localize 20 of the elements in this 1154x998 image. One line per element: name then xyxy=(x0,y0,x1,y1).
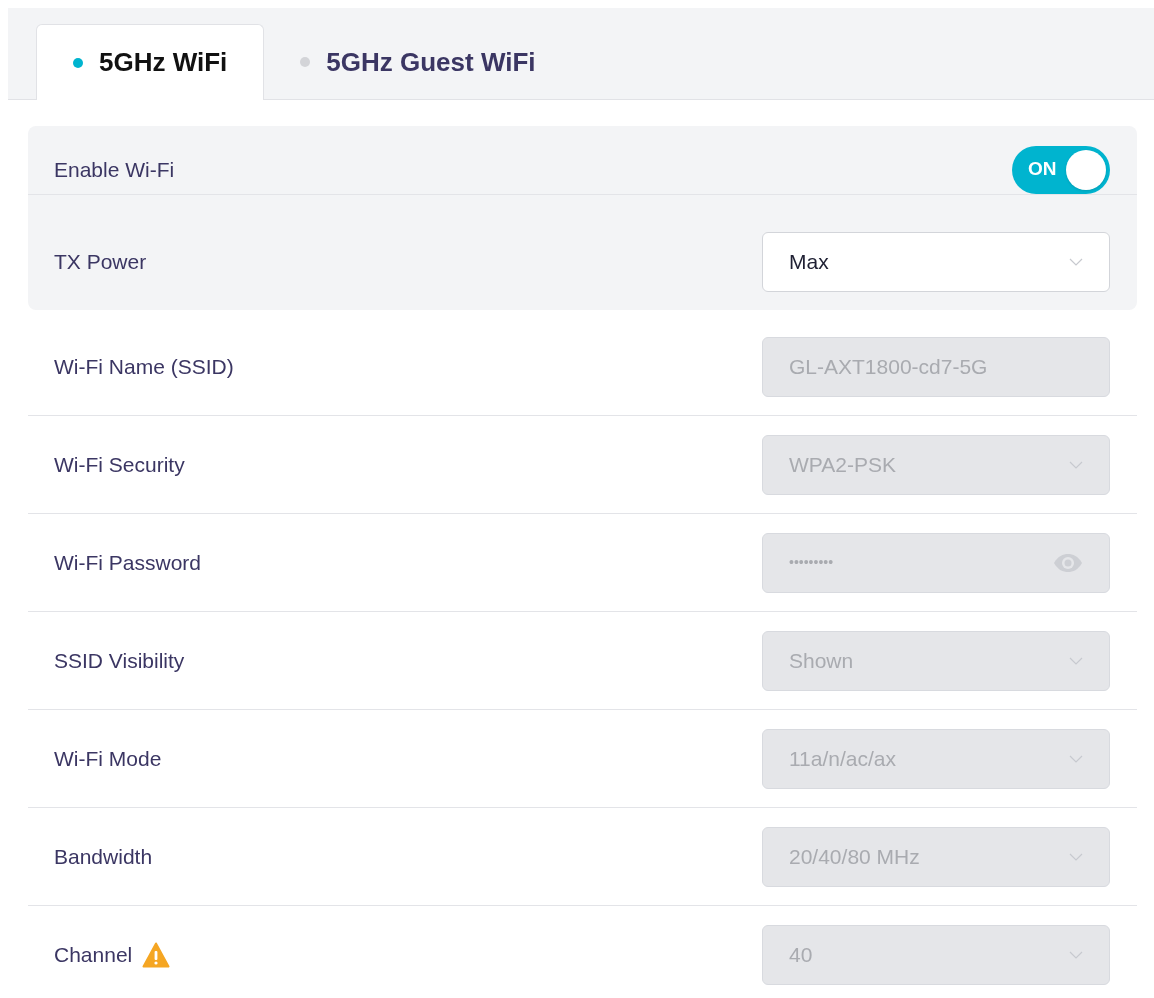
setting-label: SSID Visibility xyxy=(54,647,185,674)
toggle-knob xyxy=(1066,149,1106,190)
setting-label: Wi-Fi Security xyxy=(54,451,185,478)
setting-label: Enable Wi-Fi xyxy=(54,156,175,183)
chevron-down-icon xyxy=(1069,460,1083,469)
toggle-switch[interactable]: ON xyxy=(1012,145,1110,194)
setting-label: Bandwidth xyxy=(54,843,153,870)
setting-label: Wi-Fi Password xyxy=(54,549,201,576)
setting-label: Wi-Fi Mode xyxy=(54,745,162,772)
chevron-down-icon xyxy=(1069,754,1083,763)
select-field[interactable]: Max xyxy=(762,232,1110,292)
setting-label: TX Power xyxy=(54,249,147,276)
chevron-down-icon xyxy=(1069,852,1083,861)
chevron-down-icon xyxy=(1069,656,1083,665)
setting-label: Wi-Fi Name (SSID) xyxy=(54,353,234,380)
chevron-down-icon xyxy=(1069,258,1083,266)
tab[interactable]: 5GHz Guest WiFi xyxy=(264,24,572,100)
tab[interactable]: 5GHz WiFi xyxy=(36,24,265,100)
chevron-down-icon xyxy=(1069,951,1083,959)
setting-label: Channel xyxy=(54,942,133,969)
